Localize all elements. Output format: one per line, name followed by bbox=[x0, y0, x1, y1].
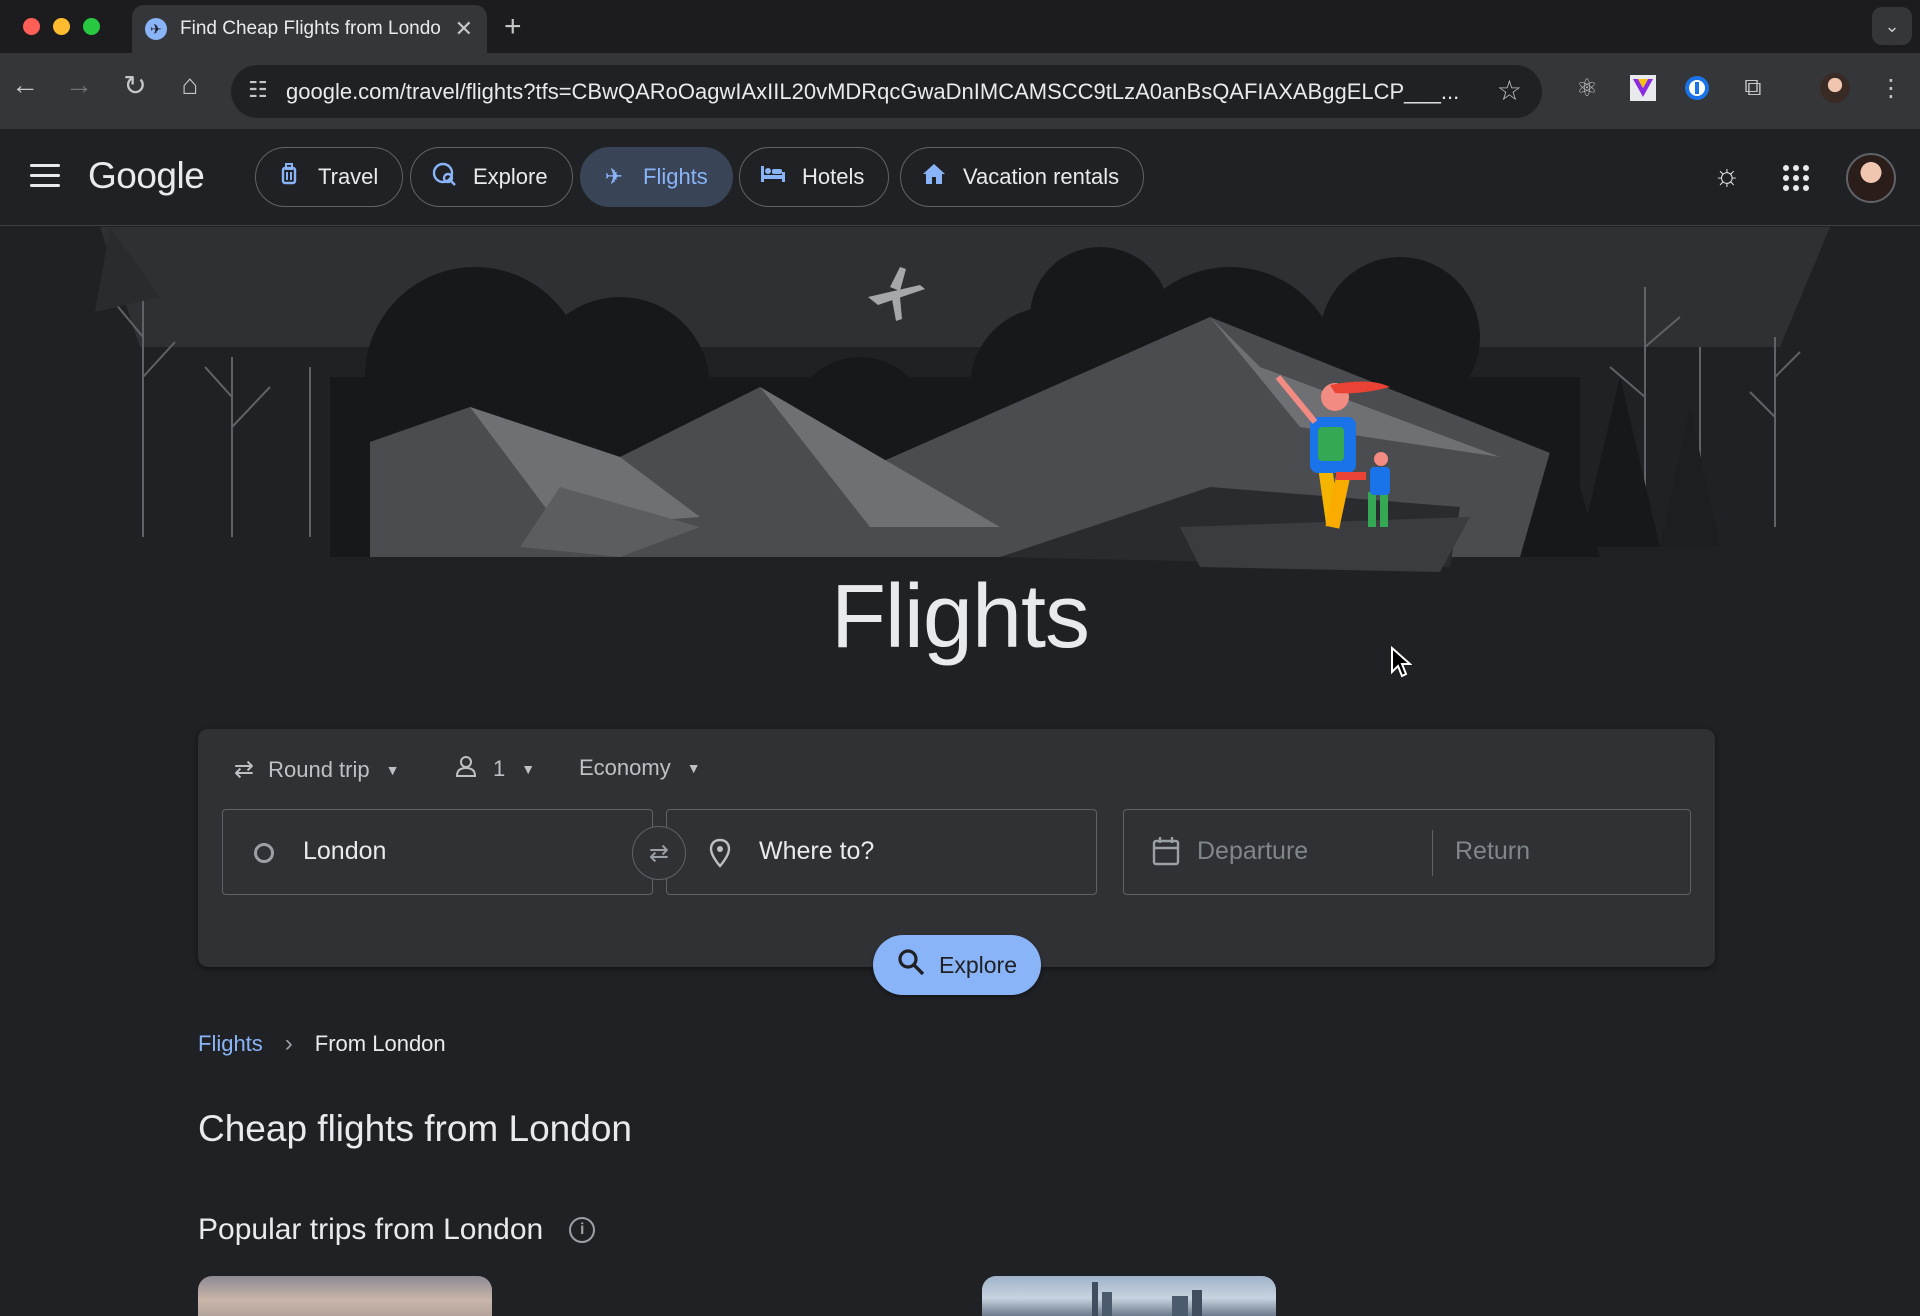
nav-travel-label: Travel bbox=[318, 164, 379, 189]
breadcrumb-flights-link[interactable]: Flights bbox=[198, 1031, 263, 1057]
search-icon bbox=[897, 948, 925, 983]
chevron-right-icon: › bbox=[284, 1030, 293, 1057]
dates-field[interactable]: Departure Return bbox=[1123, 809, 1691, 895]
mountains-illustration bbox=[0, 227, 1920, 607]
browser-tab-strip: ✈ Find Cheap Flights from London ✕ + ⌄ bbox=[0, 0, 1920, 53]
browser-menu-icon[interactable]: ⋮ bbox=[1876, 73, 1906, 103]
browser-tab-flights[interactable]: ✈ Find Cheap Flights from London ✕ bbox=[132, 5, 487, 53]
popular-trips-heading: Popular trips from London i bbox=[198, 1213, 596, 1247]
chevron-down-icon: ▼ bbox=[686, 760, 701, 776]
breadcrumb-current: From London bbox=[314, 1031, 446, 1056]
reload-icon[interactable]: ↻ bbox=[115, 69, 155, 102]
travel-header: Google Travel Explore ✈ Flights Hotels V… bbox=[0, 129, 1920, 226]
chevron-down-icon: ▼ bbox=[385, 761, 400, 778]
nav-vacation-rentals[interactable]: Vacation rentals bbox=[900, 147, 1145, 207]
nav-hotels[interactable]: Hotels bbox=[739, 147, 890, 207]
google-logo[interactable]: Google bbox=[88, 155, 205, 197]
bookmark-star-icon[interactable]: ☆ bbox=[1497, 74, 1522, 107]
explore-globe-icon bbox=[431, 161, 457, 193]
destination-input[interactable]: Where to? bbox=[759, 837, 874, 866]
hero-illustration bbox=[0, 227, 1920, 607]
tab-title: Find Cheap Flights from London bbox=[180, 18, 440, 39]
profile-avatar[interactable] bbox=[1820, 73, 1850, 103]
flight-search-form: ⇄ Round trip ▼ 1 ▼ Economy ▼ London ⇄ Wh… bbox=[198, 729, 1715, 967]
origin-value[interactable]: London bbox=[303, 837, 386, 866]
nav-flights-label: Flights bbox=[643, 164, 708, 189]
password-manager-extension-icon[interactable] bbox=[1682, 73, 1712, 103]
plane-icon: ✈ bbox=[604, 164, 624, 189]
apps-grid-icon[interactable] bbox=[1783, 165, 1809, 199]
trip-type-select[interactable]: ⇄ Round trip ▼ bbox=[234, 755, 399, 784]
passengers-select[interactable]: 1 ▼ bbox=[455, 755, 535, 783]
tab-search-button[interactable]: ⌄ bbox=[1872, 7, 1912, 45]
close-window-button[interactable] bbox=[23, 18, 40, 35]
return-input[interactable]: Return bbox=[1455, 837, 1530, 866]
round-trip-swap-icon: ⇄ bbox=[234, 756, 255, 783]
nav-travel[interactable]: Travel bbox=[255, 147, 404, 207]
minimize-window-button[interactable] bbox=[53, 18, 70, 35]
maximize-window-button[interactable] bbox=[83, 18, 100, 35]
swap-locations-button[interactable]: ⇄ bbox=[632, 826, 686, 880]
theme-toggle-icon[interactable]: ☼ bbox=[1713, 159, 1741, 193]
skyline-illustration bbox=[1092, 1282, 1202, 1316]
house-icon bbox=[921, 163, 947, 191]
account-avatar[interactable] bbox=[1846, 153, 1896, 203]
new-tab-button[interactable]: + bbox=[504, 10, 522, 44]
home-icon[interactable]: ⌂ bbox=[170, 69, 210, 101]
explore-button-label: Explore bbox=[939, 951, 1017, 978]
browser-toolbar: ← → ↻ ⌂ ☷ google.com/travel/flights?tfs=… bbox=[0, 53, 1920, 129]
breadcrumb: Flights › From London bbox=[198, 1030, 446, 1058]
bed-icon bbox=[760, 164, 786, 190]
departure-input[interactable]: Departure bbox=[1197, 837, 1308, 866]
react-devtools-extension-icon[interactable]: ⚛ bbox=[1572, 73, 1602, 103]
flights-favicon-icon: ✈ bbox=[145, 18, 167, 40]
origin-circle-icon bbox=[254, 843, 274, 863]
nav-explore[interactable]: Explore bbox=[410, 147, 573, 207]
trip-type-value: Round trip bbox=[268, 756, 370, 782]
trip-card-image[interactable] bbox=[982, 1276, 1276, 1316]
back-arrow-icon[interactable]: ← bbox=[5, 69, 45, 101]
cabin-class-value: Economy bbox=[579, 755, 671, 780]
info-icon[interactable]: i bbox=[569, 1217, 596, 1243]
extensions-puzzle-icon[interactable]: ⧉ bbox=[1738, 73, 1768, 103]
nav-explore-label: Explore bbox=[473, 164, 548, 189]
address-bar[interactable]: ☷ google.com/travel/flights?tfs=CBwQARoO… bbox=[231, 65, 1542, 118]
trip-card-image[interactable] bbox=[198, 1276, 492, 1316]
nav-hotels-label: Hotels bbox=[802, 164, 865, 189]
destination-field[interactable]: Where to? bbox=[666, 809, 1097, 895]
cheap-flights-heading: Cheap flights from London bbox=[198, 1108, 632, 1149]
nav-vacation-rentals-label: Vacation rentals bbox=[963, 164, 1120, 189]
main-menu-icon[interactable] bbox=[30, 164, 60, 194]
chevron-down-icon: ▼ bbox=[521, 761, 536, 777]
date-divider bbox=[1432, 830, 1433, 876]
calendar-icon bbox=[1152, 836, 1180, 871]
person-icon bbox=[455, 755, 477, 783]
location-pin-icon bbox=[709, 838, 731, 873]
page-title: Flights bbox=[830, 567, 1090, 667]
site-settings-icon[interactable]: ☷ bbox=[248, 77, 268, 103]
mouse-cursor-icon bbox=[1391, 646, 1412, 678]
nav-flights[interactable]: ✈ Flights bbox=[580, 147, 733, 207]
explore-button[interactable]: Explore bbox=[873, 935, 1041, 995]
luggage-icon bbox=[276, 162, 302, 192]
passengers-value: 1 bbox=[493, 756, 506, 781]
url-text[interactable]: google.com/travel/flights?tfs=CBwQARoOag… bbox=[286, 79, 1466, 105]
origin-field[interactable]: London bbox=[222, 809, 653, 895]
tab-close-icon[interactable]: ✕ bbox=[455, 16, 473, 42]
popular-trips-title: Popular trips from London bbox=[198, 1213, 544, 1246]
cabin-class-select[interactable]: Economy ▼ bbox=[579, 755, 701, 781]
forward-arrow-icon[interactable]: → bbox=[59, 69, 99, 101]
vue-extension-icon[interactable] bbox=[1628, 73, 1658, 103]
